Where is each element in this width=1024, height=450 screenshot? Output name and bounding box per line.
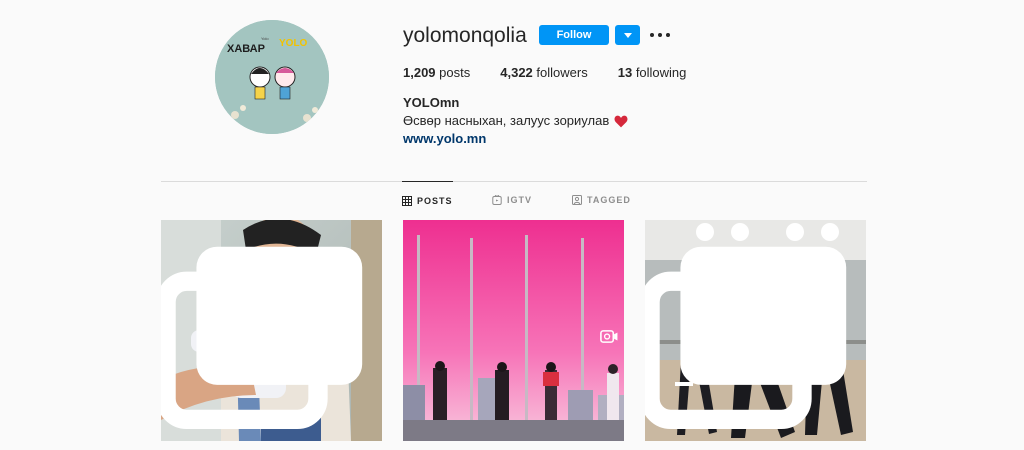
follow-button[interactable]: Follow	[539, 25, 609, 45]
avatar-khabar-text: ХАВАР	[227, 43, 265, 55]
profile-website-link[interactable]: www.yolo.mn	[403, 130, 486, 148]
avatar-yolo-text: YOLO	[279, 38, 308, 49]
following-link[interactable]: 13 following	[618, 64, 687, 82]
posts-count: 1,209 posts	[403, 64, 470, 82]
tagged-icon	[572, 195, 582, 205]
more-options-button[interactable]	[650, 27, 670, 43]
profile-bio-text: Өсвөр насныхан, залуус зориулав	[403, 113, 610, 128]
profile-username: yolomonqolia	[403, 24, 527, 47]
posts-count-label: posts	[439, 65, 471, 80]
tab-igtv[interactable]: IGTV	[492, 181, 532, 219]
profile-tabs: POSTS IGTV TAGGED	[161, 181, 867, 219]
more-dot-icon	[658, 33, 662, 37]
followers-link[interactable]: 4,322 followers	[500, 64, 587, 82]
profile-stats: 1,209 posts 4,322 followers 13 following	[403, 64, 716, 82]
profile-avatar[interactable]: ХАВАР Yolo YOLO	[215, 20, 329, 134]
more-dot-icon	[666, 33, 670, 37]
more-dot-icon	[650, 33, 654, 37]
posts-count-value: 1,209	[403, 65, 436, 80]
following-count-value: 13	[617, 65, 633, 80]
avatar-image: ХАВАР Yolo YOLO	[215, 20, 329, 134]
tab-tagged[interactable]: TAGGED	[572, 181, 631, 219]
video-icon	[600, 330, 618, 343]
tab-posts[interactable]: POSTS	[402, 181, 453, 219]
profile-bio: Өсвөр насныхан, залуус зориулав	[403, 112, 628, 130]
post-thumbnail[interactable]	[645, 220, 866, 441]
tab-tagged-label: TAGGED	[587, 195, 631, 205]
grid-icon	[402, 195, 412, 206]
tab-igtv-label: IGTV	[507, 195, 533, 205]
post-thumbnail[interactable]	[161, 220, 382, 441]
post-thumbnail[interactable]	[403, 220, 624, 441]
chevron-down-icon	[623, 32, 632, 38]
followers-count-value: 4,322	[500, 65, 533, 80]
heart-icon	[614, 115, 628, 127]
post-image-pink-sky-poles	[403, 220, 624, 441]
tab-posts-label: POSTS	[417, 195, 453, 206]
avatar-small-text: Yolo	[261, 36, 269, 41]
carousel-icon	[161, 246, 363, 430]
suggested-dropdown-button[interactable]	[615, 25, 640, 45]
profile-fullname: YOLOmn	[403, 95, 460, 110]
followers-count-label: followers	[536, 65, 588, 80]
igtv-icon	[492, 195, 502, 205]
carousel-icon	[645, 246, 847, 430]
following-count-label: following	[635, 65, 687, 80]
